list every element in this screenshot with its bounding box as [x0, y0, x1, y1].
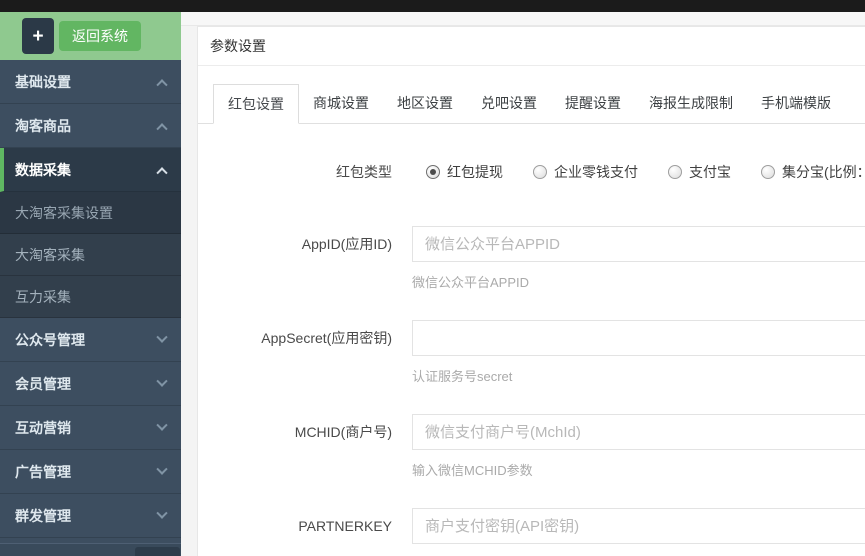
- sidebar-subitem-label: 大淘客采集: [15, 246, 85, 263]
- radio-red-packet-withdraw[interactable]: 红包提现: [426, 162, 503, 182]
- sidebar-item-taoke-products[interactable]: 淘客商品: [0, 104, 181, 148]
- sidebar-item-label: 群发管理: [15, 507, 71, 524]
- tab-reminder-settings[interactable]: 提醒设置: [551, 84, 635, 123]
- field-label: MCHID(商户号): [294, 424, 392, 440]
- radio-label: 集分宝(比例：1元=100集分宝): [782, 164, 865, 180]
- radio-label: 支付宝: [689, 164, 731, 180]
- appsecret-input[interactable]: [412, 320, 865, 356]
- sidebar-header: + 返回系统: [0, 12, 181, 60]
- sidebar-item-ad-management[interactable]: 广告管理: [0, 450, 181, 494]
- field-label: PARTNERKEY: [298, 518, 392, 534]
- tab-mall-settings[interactable]: 商城设置: [299, 84, 383, 123]
- sidebar-menu: 基础设置 淘客商品 数据采集 大淘客采集设置 大淘客采集 互力采集 公众号管理 …: [0, 60, 181, 543]
- chevron-up-icon: [156, 166, 168, 178]
- field-hint: 认证服务号secret: [412, 369, 513, 384]
- sidebar-item-interactive-marketing[interactable]: 互动营销: [0, 406, 181, 450]
- field-hint: 微信公众平台APPID: [412, 275, 530, 290]
- sidebar-item-label: 互动营销: [15, 419, 71, 436]
- tab-duiba-settings[interactable]: 兑吧设置: [467, 84, 551, 123]
- sidebar-item-label: 广告管理: [15, 463, 71, 480]
- mchid-input[interactable]: [412, 414, 865, 450]
- radio-label: 红包提现: [447, 164, 503, 180]
- red-packet-type-row: 红包类型 红包提现 企业零钱支付 支付宝 集分宝(比例: [198, 162, 865, 182]
- tab-poster-limit[interactable]: 海报生成限制: [635, 84, 747, 123]
- sidebar: + 返回系统 基础设置 淘客商品 数据采集 大淘客采集设置 大淘客采集 互力采集…: [0, 12, 181, 556]
- settings-card: 参数设置 红包设置 商城设置 地区设置 兑吧设置 提醒设置 海报生成限制 手机端…: [197, 26, 865, 556]
- sidebar-item-official-account[interactable]: 公众号管理: [0, 318, 181, 362]
- chevron-down-icon: [156, 331, 168, 343]
- sidebar-item-basic-settings[interactable]: 基础设置: [0, 60, 181, 104]
- appsecret-row: AppSecret(应用密钥) 认证服务号secret: [198, 320, 865, 385]
- sidebar-item-label: 淘客商品: [15, 117, 71, 134]
- sidebar-item-label: 基础设置: [15, 73, 71, 90]
- sidebar-item-label: 公众号管理: [15, 331, 85, 348]
- sidebar-footer-knob: [135, 547, 180, 556]
- sidebar-subitem-dataoke-collect[interactable]: 大淘客采集: [0, 234, 181, 276]
- field-label: AppID(应用ID): [301, 236, 392, 252]
- chevron-down-icon: [156, 419, 168, 431]
- main-content: 参数设置 红包设置 商城设置 地区设置 兑吧设置 提醒设置 海报生成限制 手机端…: [181, 12, 865, 556]
- field-label: 红包类型: [336, 164, 392, 180]
- sidebar-item-label: 数据采集: [15, 161, 71, 178]
- plus-button[interactable]: +: [22, 18, 54, 54]
- partnerkey-input[interactable]: [412, 508, 865, 544]
- chevron-down-icon: [156, 507, 168, 519]
- radio-alipay[interactable]: 支付宝: [668, 162, 731, 182]
- tab-mobile-template[interactable]: 手机端模版: [747, 84, 845, 123]
- radio-enterprise-payment[interactable]: 企业零钱支付: [533, 162, 638, 182]
- plus-icon: +: [32, 25, 44, 47]
- page-title: 参数设置: [198, 27, 865, 66]
- red-packet-type-radio-group: 红包提现 企业零钱支付 支付宝 集分宝(比例: [412, 162, 865, 182]
- sidebar-subitem-huli-collect[interactable]: 互力采集: [0, 276, 181, 318]
- sidebar-item-member-management[interactable]: 会员管理: [0, 362, 181, 406]
- sidebar-item-label: 会员管理: [15, 375, 71, 392]
- chevron-down-icon: [156, 463, 168, 475]
- content-top-strip: [181, 12, 865, 26]
- sidebar-subitem-dataoke-collect-settings[interactable]: 大淘客采集设置: [0, 192, 181, 234]
- radio-icon: [668, 165, 682, 179]
- radio-icon: [426, 165, 440, 179]
- appid-input[interactable]: [412, 226, 865, 262]
- sidebar-item-data-collection[interactable]: 数据采集: [0, 148, 181, 192]
- sidebar-item-mass-send-management[interactable]: 群发管理: [0, 494, 181, 538]
- top-black-bar: [0, 0, 865, 12]
- settings-tabs: 红包设置 商城设置 地区设置 兑吧设置 提醒设置 海报生成限制 手机端模版: [198, 84, 865, 124]
- chevron-up-icon: [156, 122, 168, 134]
- field-hint: 输入微信MCHID参数: [412, 463, 533, 478]
- radio-jifenbao[interactable]: 集分宝(比例：1元=100集分宝): [761, 162, 865, 182]
- appid-row: AppID(应用ID) 微信公众平台APPID: [198, 226, 865, 291]
- chevron-down-icon: [156, 375, 168, 387]
- app-layout: + 返回系统 基础设置 淘客商品 数据采集 大淘客采集设置 大淘客采集 互力采集…: [0, 12, 865, 556]
- tab-red-packet-settings[interactable]: 红包设置: [213, 84, 299, 124]
- radio-icon: [533, 165, 547, 179]
- sidebar-subitem-label: 大淘客采集设置: [15, 204, 113, 221]
- parameter-form: 红包类型 红包提现 企业零钱支付 支付宝 集分宝(比例 AppID(应用ID) …: [198, 162, 865, 556]
- mchid-row: MCHID(商户号) 输入微信MCHID参数: [198, 414, 865, 479]
- sidebar-subitem-label: 互力采集: [15, 288, 71, 305]
- screen: + 返回系统 基础设置 淘客商品 数据采集 大淘客采集设置 大淘客采集 互力采集…: [0, 0, 865, 556]
- field-label: AppSecret(应用密钥): [261, 330, 392, 346]
- partnerkey-row: PARTNERKEY: [198, 508, 865, 544]
- sidebar-footer: [0, 543, 181, 556]
- radio-icon: [761, 165, 775, 179]
- tab-region-settings[interactable]: 地区设置: [383, 84, 467, 123]
- chevron-up-icon: [156, 78, 168, 90]
- back-to-system-button[interactable]: 返回系统: [59, 21, 141, 51]
- radio-label: 企业零钱支付: [554, 164, 638, 180]
